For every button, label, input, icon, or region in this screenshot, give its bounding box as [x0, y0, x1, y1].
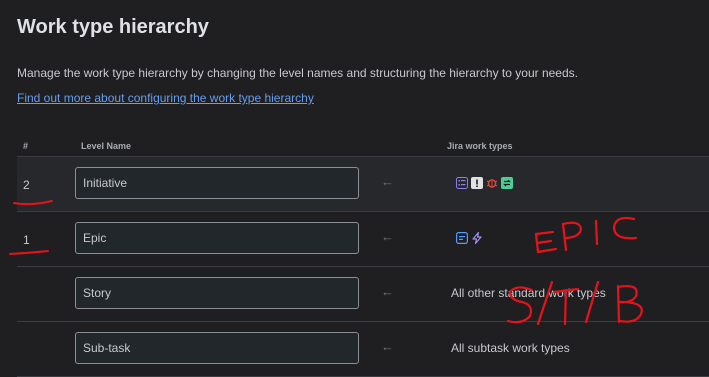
table-row: ← All subtask work types [17, 322, 709, 377]
header-num: # [23, 141, 29, 151]
work-type-icons [456, 232, 483, 244]
page-title: Work type hierarchy [17, 16, 209, 38]
header-jira-work-types: Jira work types [447, 141, 513, 151]
level-name-input-story[interactable] [75, 277, 359, 309]
work-types-text: All subtask work types [451, 341, 570, 355]
arrow-left-icon: ← [381, 339, 394, 354]
epic-icon [472, 232, 482, 244]
arrow-left-icon: ← [381, 284, 394, 299]
hierarchy-table: # Level Name Jira work types 2 ← [17, 138, 709, 377]
level-number: 1 [23, 233, 30, 247]
work-types-text: All other standard work types [451, 286, 606, 300]
table-header: # Level Name Jira work types [17, 138, 709, 157]
warning-icon [471, 177, 483, 189]
configure-hierarchy-link[interactable]: Find out more about configuring the work… [17, 91, 314, 105]
work-type-icons [456, 177, 513, 189]
table-row: 2 ← [17, 157, 709, 212]
change-icon [501, 177, 513, 189]
level-number: 2 [23, 178, 30, 192]
subtask-list-icon [456, 177, 468, 189]
table-row: ← All other standard work types [17, 267, 709, 322]
level-name-input-initiative[interactable] [75, 167, 359, 199]
header-level-name: Level Name [81, 141, 132, 151]
level-name-input-subtask[interactable] [75, 332, 359, 364]
level-name-input-epic[interactable] [75, 222, 359, 254]
page-description: Manage the work type hierarchy by changi… [17, 66, 578, 80]
arrow-left-icon: ← [381, 174, 394, 189]
story-icon [456, 232, 468, 244]
table-row: 1 ← [17, 212, 709, 267]
arrow-left-icon: ← [381, 229, 394, 244]
bug-icon [486, 179, 498, 188]
